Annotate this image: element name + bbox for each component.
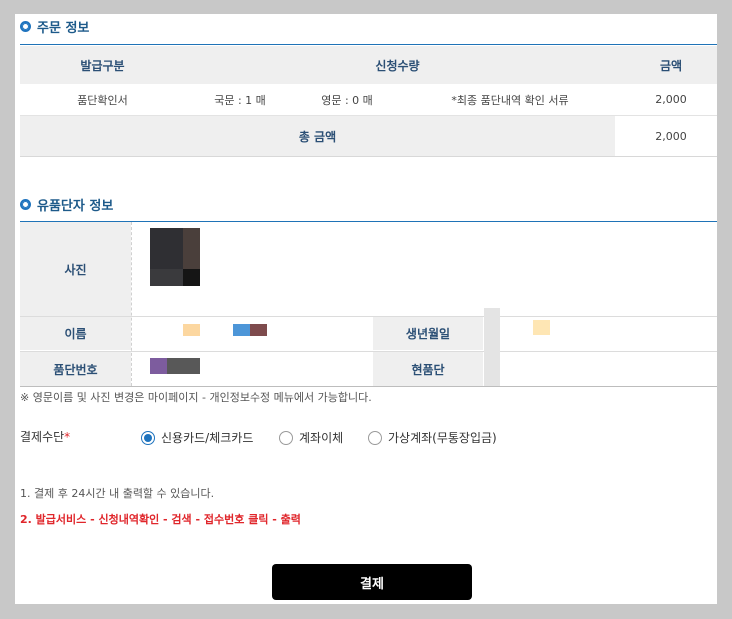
row-english-qty: 영문 : 0 매 [321, 93, 373, 107]
radio-selected-icon[interactable] [141, 430, 155, 445]
row-note: *최종 품단내역 확인 서류 [451, 93, 569, 107]
row-amount: 2,000 [655, 93, 687, 106]
order-total-row: 총 금액 2,000 [20, 116, 717, 157]
radio-unselected-icon[interactable] [368, 430, 382, 445]
column-divider [131, 222, 132, 386]
person-table: 사진 이름 품단번호 생년월일 현품단 [20, 222, 717, 387]
order-section-title: 주문 정보 [20, 17, 89, 36]
photo-label: 사진 [20, 222, 131, 316]
edit-notice: ※ 영문이름 및 사진 변경은 마이페이지 - 개인정보수정 메뉴에서 가능합니… [20, 391, 372, 404]
current-dan-label: 현품단 [373, 352, 483, 386]
order-table-header: 발급구분 신청수량 금액 [20, 46, 717, 84]
birth-value-strip [484, 308, 500, 386]
payment-option-transfer[interactable]: 계좌이체 [279, 429, 343, 446]
info-line-1: 1. 결제 후 24시간 내 출력할 수 있습니다. [20, 487, 215, 500]
header-type: 발급구분 [80, 58, 125, 73]
circle-bullet-icon [20, 21, 31, 32]
row-korean-qty: 국문 : 1 매 [214, 93, 266, 107]
current-dan-value [500, 352, 620, 385]
order-section-rule [20, 44, 717, 45]
person-section-title: 유품단자 정보 [20, 195, 113, 214]
row-divider [20, 316, 717, 317]
payment-method-label: 결제수단* [20, 430, 71, 444]
order-payment-panel: 주문 정보 발급구분 신청수량 금액 품단확인서 국문 : 1 매 영문 : 0… [15, 14, 717, 604]
total-label: 총 금액 [298, 129, 337, 144]
name-value [183, 324, 273, 336]
payment-option-card[interactable]: 신용카드/체크카드 [141, 429, 253, 446]
radio-unselected-icon[interactable] [279, 430, 293, 445]
required-mark: * [64, 430, 71, 444]
birth-label: 생년월일 [373, 317, 483, 350]
table-bottom-border [20, 386, 717, 387]
header-amount: 금액 [659, 58, 683, 73]
photo-image [150, 228, 200, 286]
dan-no-label: 품단번호 [20, 352, 131, 386]
birth-value [533, 320, 550, 335]
pay-button[interactable]: 결제 [272, 564, 472, 600]
order-table-row: 품단확인서 국문 : 1 매 영문 : 0 매 *최종 품단내역 확인 서류 2… [20, 84, 717, 116]
name-label: 이름 [20, 317, 131, 350]
payment-option-virtual-account[interactable]: 가상계좌(무통장입금) [368, 429, 497, 446]
header-qty: 신청수량 [375, 58, 420, 73]
row-type: 품단확인서 [77, 93, 128, 107]
total-amount: 2,000 [655, 129, 687, 143]
order-table: 발급구분 신청수량 금액 품단확인서 국문 : 1 매 영문 : 0 매 *최종… [20, 46, 717, 157]
payment-method-row: 결제수단* [20, 428, 70, 445]
circle-bullet-icon [20, 199, 31, 210]
dan-no-value [150, 358, 200, 374]
info-line-2: 2. 발급서비스 - 신청내역확인 - 검색 - 접수번호 클릭 - 출력 [20, 513, 301, 526]
